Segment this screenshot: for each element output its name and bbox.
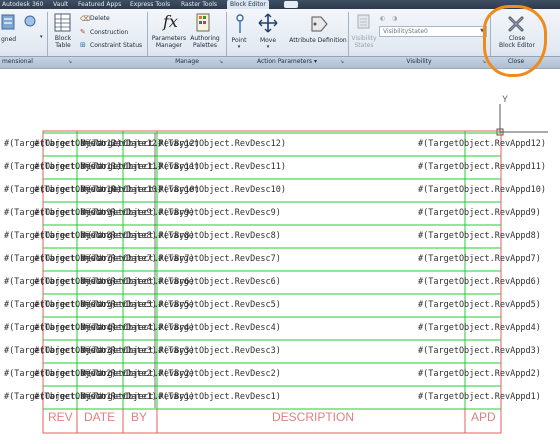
rev-desc-attribute[interactable]: #(TargetObject.RevDesc4) <box>158 323 281 333</box>
delete-icon[interactable]: ⌫ <box>80 15 90 23</box>
header-apd: APD <box>471 410 496 424</box>
rev-appd-attribute[interactable]: #(TargetObject.RevAppd1) <box>418 392 541 402</box>
rev-appd-attribute[interactable]: #(TargetObject.RevAppd2) <box>418 369 541 379</box>
header-date: DATE <box>84 410 116 424</box>
point-parameter-icon[interactable] <box>233 13 247 35</box>
drawing-canvas[interactable]: Y #(TargetObject.RevNo12) #(TargetObject.… <box>0 70 560 444</box>
group-action-parameters-label[interactable]: Action Parameters ▾ <box>227 56 347 68</box>
rev-desc-attribute[interactable]: #(TargetObject.RevDesc10) <box>158 185 286 195</box>
point-dropdown-icon[interactable]: ▾ <box>234 44 244 51</box>
rev-desc-attribute[interactable]: #(TargetObject.RevDesc6) <box>158 277 281 287</box>
rev-desc-attribute[interactable]: #(TargetObject.RevDesc3) <box>158 346 281 356</box>
close-icon <box>508 16 524 32</box>
header-by: BY <box>131 410 148 424</box>
group-close-label: Close <box>507 58 525 65</box>
rev-appd-attribute[interactable]: #(TargetObject.RevAppd7) <box>418 254 541 264</box>
rev-appd-attribute[interactable]: #(TargetObject.RevAppd10) <box>418 185 546 195</box>
rev-desc-attribute[interactable]: #(TargetObject.RevDesc12) <box>158 139 286 149</box>
panel-expand-icon[interactable]: ↘ <box>217 56 225 68</box>
header-description: DESCRIPTION <box>272 410 355 424</box>
tab-featured-apps[interactable]: Featured Apps <box>78 0 121 9</box>
aligned-label[interactable]: gned <box>1 36 16 43</box>
tab-block-editor[interactable]: Block Editor <box>227 0 269 9</box>
chevron-down-icon: ▼ <box>480 28 484 34</box>
rev-appd-attribute[interactable]: #(TargetObject.RevAppd11) <box>418 162 546 172</box>
rev-appd-attribute[interactable]: #(TargetObject.RevAppd6) <box>418 277 541 287</box>
group-visibility-label: Visibility <box>406 58 432 65</box>
constraint-icon <box>24 15 36 27</box>
block-table-button[interactable]: Block Table <box>50 35 76 49</box>
ucs-icon <box>496 104 548 136</box>
chevron-down-icon: ▾ <box>313 58 317 65</box>
constraint-status-button[interactable]: Constraint Status <box>90 42 142 49</box>
parameters-manager-button[interactable]: Parameters Manager <box>150 35 188 49</box>
rev-appd-attribute[interactable]: #(TargetObject.RevAppd5) <box>418 300 541 310</box>
rev-appd-attribute[interactable]: #(TargetObject.RevAppd12) <box>418 139 546 149</box>
delete-button[interactable]: Delete <box>90 15 110 22</box>
visibility-toggle-icon[interactable]: ◐ <box>380 15 385 22</box>
attribute-definition-button[interactable]: Attribute Definition <box>286 37 350 44</box>
visibility-states-icon[interactable] <box>356 13 372 31</box>
rev-appd-attribute[interactable]: #(TargetObject.RevAppd3) <box>418 346 541 356</box>
panel-expand-icon[interactable]: ↘ <box>66 56 74 68</box>
rev-desc-attribute[interactable]: #(TargetObject.RevDesc5) <box>158 300 281 310</box>
panel-expand-icon[interactable]: ↘ <box>338 56 346 68</box>
dropdown-arrow-icon[interactable]: ▾ <box>40 34 43 41</box>
ucs-y-label: Y <box>502 94 509 104</box>
construction-icon[interactable]: ✎ <box>80 28 86 36</box>
rev-appd-attribute[interactable]: #(TargetObject.RevAppd9) <box>418 208 541 218</box>
attribute-tag-icon[interactable] <box>309 13 329 35</box>
header-rev: REV <box>48 410 73 424</box>
move-button[interactable]: Move <box>256 37 280 44</box>
ribbon-tab-bar: Autodesk 360 Vault Featured Apps Express… <box>0 0 560 9</box>
point-button[interactable]: Point <box>229 37 249 44</box>
function-icon[interactable]: fx <box>163 12 178 31</box>
tab-vault[interactable]: Vault <box>53 0 68 9</box>
group-dimensional-label: mensional <box>2 58 33 65</box>
panel-expand-icon[interactable]: ↘ <box>480 56 488 68</box>
close-block-editor-label: Close Block Editor <box>499 35 535 49</box>
rev-appd-attribute[interactable]: #(TargetObject.RevAppd8) <box>418 231 541 241</box>
tab-autodesk-360[interactable]: Autodesk 360 <box>2 0 43 9</box>
rev-desc-attribute[interactable]: #(TargetObject.RevDesc2) <box>158 369 281 379</box>
group-manage-label: Manage <box>175 58 199 65</box>
move-dropdown-icon[interactable]: ▾ <box>263 44 273 51</box>
visibility-state-select[interactable]: VisibilityState0 ▼ <box>379 26 487 37</box>
rev-desc-attribute[interactable]: #(TargetObject.RevDesc1) <box>158 392 281 402</box>
construction-button[interactable]: Construction <box>90 29 128 36</box>
palettes-icon[interactable] <box>195 13 215 33</box>
move-action-icon[interactable] <box>258 13 278 33</box>
tab-raster-tools[interactable]: Raster Tools <box>181 0 217 9</box>
dimension-icon <box>1 14 15 30</box>
show-hide-icon[interactable]: ◑ <box>392 15 397 22</box>
rev-desc-attribute[interactable]: #(TargetObject.RevDesc7) <box>158 254 281 264</box>
rev-desc-attribute[interactable]: #(TargetObject.RevDesc8) <box>158 231 281 241</box>
authoring-palettes-button[interactable]: Authoring Palettes <box>188 35 222 49</box>
video-menu-icon[interactable] <box>284 1 298 8</box>
rev-desc-attribute[interactable]: #(TargetObject.RevDesc11) <box>158 162 286 172</box>
visibility-states-button[interactable]: Visibility States <box>350 35 378 49</box>
rev-appd-attribute[interactable]: #(TargetObject.RevAppd4) <box>418 323 541 333</box>
rev-desc-attribute[interactable]: #(TargetObject.RevDesc9) <box>158 208 281 218</box>
close-block-editor-button[interactable]: Close Block Editor <box>492 10 542 56</box>
block-table-icon[interactable] <box>54 13 72 33</box>
constraint-status-icon[interactable]: ⊞ <box>80 41 86 49</box>
tab-express-tools[interactable]: Express Tools <box>130 0 170 9</box>
